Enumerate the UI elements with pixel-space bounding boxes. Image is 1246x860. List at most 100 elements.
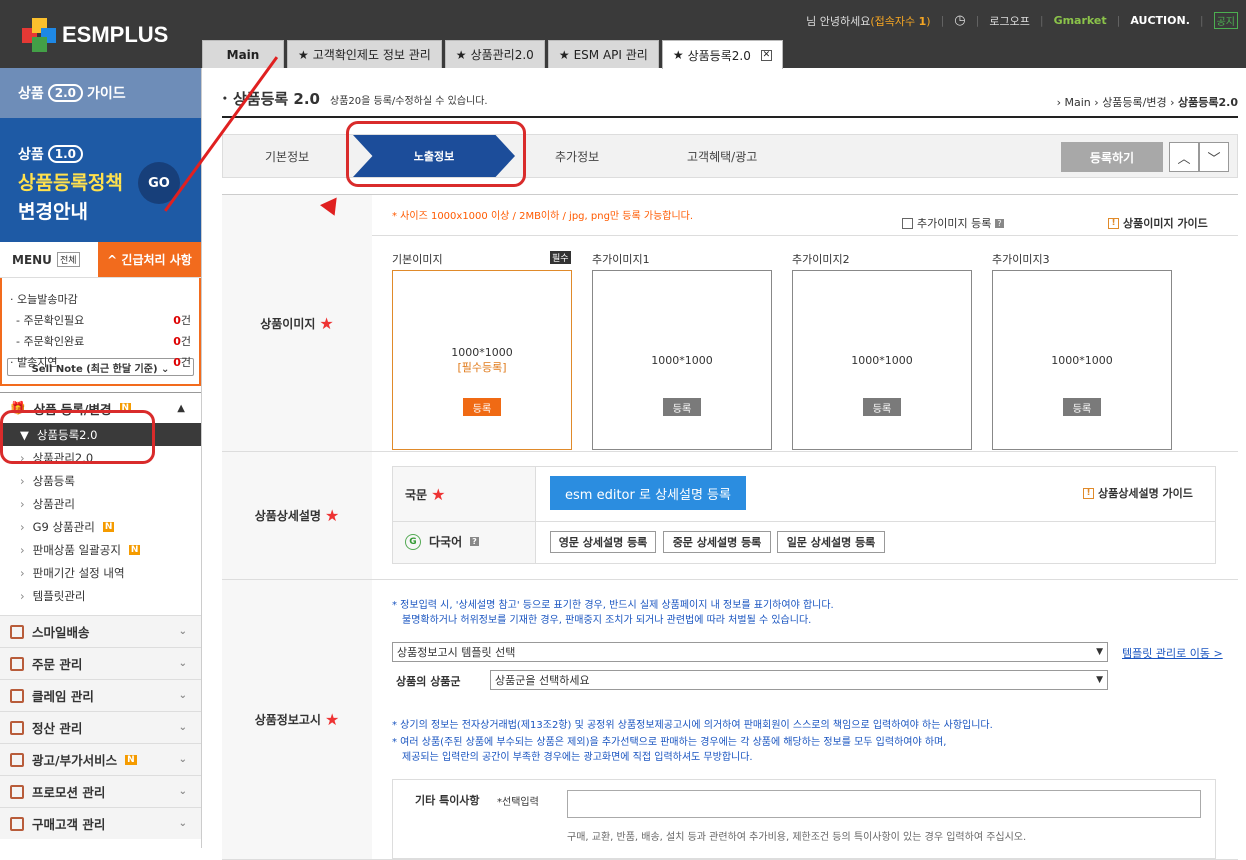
required-star-icon: ★	[319, 313, 334, 333]
gmarket-link[interactable]: Gmarket	[1054, 14, 1107, 27]
tab-product-manage[interactable]: ★ 상품관리2.0	[444, 40, 545, 68]
greeting: 님 안녕하세요(접속자수 1)	[806, 14, 931, 28]
form-table: 상품이미지 ★ * 사이즈 1000x1000 이상 / 2MB이하 / jpg,…	[222, 194, 1238, 860]
detail-label: 상품상세설명 ★	[222, 452, 372, 579]
scroll-down-button[interactable]: ﹀	[1199, 142, 1229, 172]
tab-bar: Main ★ 고객확인제도 정보 관리 ★ 상품관리2.0 ★ ESM API 관리 …	[202, 40, 783, 69]
sidebar-cat-promotion[interactable]: 프로모션 관리 ⌄	[0, 775, 201, 807]
help-icon[interactable]: ?	[995, 218, 1004, 228]
tab-customer-verify[interactable]: ★ 고객확인제도 정보 관리	[287, 40, 442, 68]
order-icon	[10, 656, 24, 671]
notice-note: * 정보입력 시, '상세설명 참고' 등으로 표기한 경우, 반드시 실제 상…	[392, 600, 834, 611]
register-button[interactable]: 등록하기	[1061, 142, 1163, 172]
all-menu-button[interactable]: 전체	[56, 252, 80, 267]
chinese-detail-button[interactable]: 중문 상세설명 등록	[663, 531, 771, 553]
extra-image-slot-3[interactable]: 1000*1000	[992, 270, 1172, 450]
main-image-slot[interactable]: 1000*1000 [필수등록]	[392, 270, 572, 450]
notice-note: 불명확하거나 허위정보를 기재한 경우, 판매중지 조치가 되거나 관련법에 따…	[402, 615, 812, 626]
group-select[interactable]: 상품군을 선택하세요 ▼	[490, 670, 1108, 690]
chevron-down-icon: ▼	[1096, 675, 1103, 685]
extra-image-slot-2[interactable]: 1000*1000	[792, 270, 972, 450]
sidebar-item-template[interactable]: › 템플릿관리	[0, 584, 201, 607]
extra-image-register-button[interactable]: 등록	[1063, 398, 1101, 416]
tab-esm-api[interactable]: ★ ESM API 관리	[547, 40, 659, 68]
urgent-tab[interactable]: ^ 긴급처리 사항	[98, 242, 201, 277]
sellnote-select[interactable]: Sell Note (최근 한달 기준) ⌄	[7, 358, 194, 376]
extra-image-register-button[interactable]: 등록	[663, 398, 701, 416]
detail-row: 상품상세설명 ★ 국문 ★ esm editor 로 상세설명 등록 ! 상품상세설명…	[222, 452, 1238, 580]
stat-row[interactable]: - 주문확인필요 0건	[10, 309, 191, 330]
add-image-check[interactable]: 추가이미지 등록?	[902, 215, 1004, 231]
sidebar-cat-ads[interactable]: 광고/부가서비스 N ⌄	[0, 743, 201, 775]
etc-label: 기타 특이사항	[415, 794, 480, 807]
sidebar-cat-settlement[interactable]: 정산 관리 ⌄	[0, 711, 201, 743]
sidebar-cat-customers[interactable]: 구매고객 관리 ⌄	[0, 807, 201, 839]
help-icon[interactable]: ?	[470, 537, 479, 546]
domestic-label: 국문 ★	[405, 485, 446, 504]
highlight-sidebar-section	[0, 410, 155, 464]
user-icon	[10, 816, 24, 831]
english-detail-button[interactable]: 영문 상세설명 등록	[550, 531, 656, 553]
scroll-up-button[interactable]: ︿	[1169, 142, 1199, 172]
esmplus-logo[interactable]: ESMPLUS	[22, 18, 168, 52]
logo-mark-icon	[22, 18, 56, 52]
tab-product-register[interactable]: ★ 상품등록2.0 ✕	[661, 40, 783, 69]
required-star-icon: ★	[324, 506, 340, 525]
sidebar-cat-orders[interactable]: 주문 관리 ⌄	[0, 647, 201, 679]
policy-banner[interactable]: 상품 1.0 상품등록정책 변경안내 GO	[0, 118, 201, 242]
chevron-down-icon: ⌄	[178, 786, 187, 797]
global-icon: G	[405, 533, 421, 550]
etc-input[interactable]	[567, 790, 1201, 818]
etc-hint: 구매, 교환, 반품, 배송, 설치 등과 관련하여 추가비용, 제한조건 등의…	[567, 832, 1027, 843]
chevron-down-icon: ⌄	[178, 722, 187, 733]
sidebar-cat-claims[interactable]: 클레임 관리 ⌄	[0, 679, 201, 711]
sidebar-item-product-register[interactable]: › 상품등록	[0, 469, 201, 492]
sidebar-item-bulk-notice[interactable]: › 판매상품 일괄공지 N	[0, 538, 201, 561]
sidebar-item-g9[interactable]: › G9 상품관리 N	[0, 515, 201, 538]
logout-link[interactable]: 로그오프	[989, 13, 1029, 29]
calculator-icon	[10, 720, 24, 735]
step-extra[interactable]: 추가정보	[555, 135, 599, 177]
detail-box: 국문 ★ esm editor 로 상세설명 등록 ! 상품상세설명 가이드 G 다국…	[392, 466, 1216, 564]
stat-row[interactable]: · 오늘발송마감	[10, 288, 191, 309]
guide-banner[interactable]: 상품 2.0 가이드	[0, 68, 201, 118]
template-select[interactable]: 상품정보고시 템플릿 선택 ▼	[392, 642, 1108, 662]
tv-icon	[10, 784, 24, 799]
required-star-icon: ★	[431, 485, 446, 504]
extra-image-register-button[interactable]: 등록	[863, 398, 901, 416]
etc-box: 기타 특이사항 *선택입력 구매, 교환, 반품, 배송, 설치 등과 관련하여…	[392, 779, 1216, 859]
sidebar-item-sale-period[interactable]: › 판매기간 설정 내역	[0, 561, 201, 584]
notice-note: 제공되는 입력란의 공간이 부족한 경우에는 광고화면에 직접 입력하셔도 무방…	[402, 752, 753, 763]
group-label: 상품의 상품군	[396, 675, 461, 688]
step-basic[interactable]: 기본정보	[265, 135, 309, 177]
detail-guide-link[interactable]: ! 상품상세설명 가이드	[1083, 485, 1193, 501]
page-title: • 상품등록 2.0 상품20을 등록/수정하실 수 있습니다.	[222, 90, 488, 108]
close-icon[interactable]: ✕	[760, 49, 772, 61]
required-star-icon: ★	[324, 710, 340, 729]
image-body: * 사이즈 1000x1000 이상 / 2MB이하 / jpg, png만 등…	[372, 195, 1238, 451]
step-benefit[interactable]: 고객혜택/광고	[687, 135, 757, 177]
japanese-detail-button[interactable]: 일문 상세설명 등록	[777, 531, 885, 553]
sidebar-item-product-manage[interactable]: › 상품관리	[0, 492, 201, 515]
extra-image-slot-1[interactable]: 1000*1000	[592, 270, 772, 450]
checkbox[interactable]	[902, 217, 913, 229]
main-image-register-button[interactable]: 등록	[463, 398, 501, 416]
esm-editor-button[interactable]: esm editor 로 상세설명 등록	[550, 476, 746, 510]
template-manage-link[interactable]: 템플릿 관리로 이동 >	[1122, 645, 1223, 661]
chevron-down-icon: ▼	[1096, 647, 1103, 657]
top-bar: ESMPLUS 님 안녕하세요(접속자수 1) | ◷ | 로그오프 | Gma…	[0, 0, 1246, 69]
stat-row[interactable]: - 주문확인완료 0건	[10, 330, 191, 351]
image-row: 상품이미지 ★ * 사이즈 1000x1000 이상 / 2MB이하 / jpg,…	[222, 195, 1238, 452]
notice-link[interactable]: 공지	[1213, 12, 1238, 29]
truck-icon	[10, 624, 24, 639]
clock-icon[interactable]: ◷	[954, 13, 965, 28]
image-guide-link[interactable]: ! 상품이미지 가이드	[1108, 215, 1208, 231]
chevron-down-icon: ⌄	[178, 658, 187, 669]
auction-link[interactable]: AUCTION.	[1130, 14, 1190, 27]
top-links: 님 안녕하세요(접속자수 1) | ◷ | 로그오프 | Gmarket | A…	[806, 12, 1238, 29]
menu-header: MENU 전체 ^ 긴급처리 사항	[0, 242, 201, 278]
required-badge: 필수	[550, 251, 571, 264]
caret-right-icon: ›	[20, 496, 25, 511]
sidebar-cat-smile[interactable]: 스마일배송 ⌄	[0, 615, 201, 647]
notice-row: 상품정보고시 ★ * 정보입력 시, '상세설명 참고' 등으로 표기한 경우, …	[222, 580, 1238, 860]
